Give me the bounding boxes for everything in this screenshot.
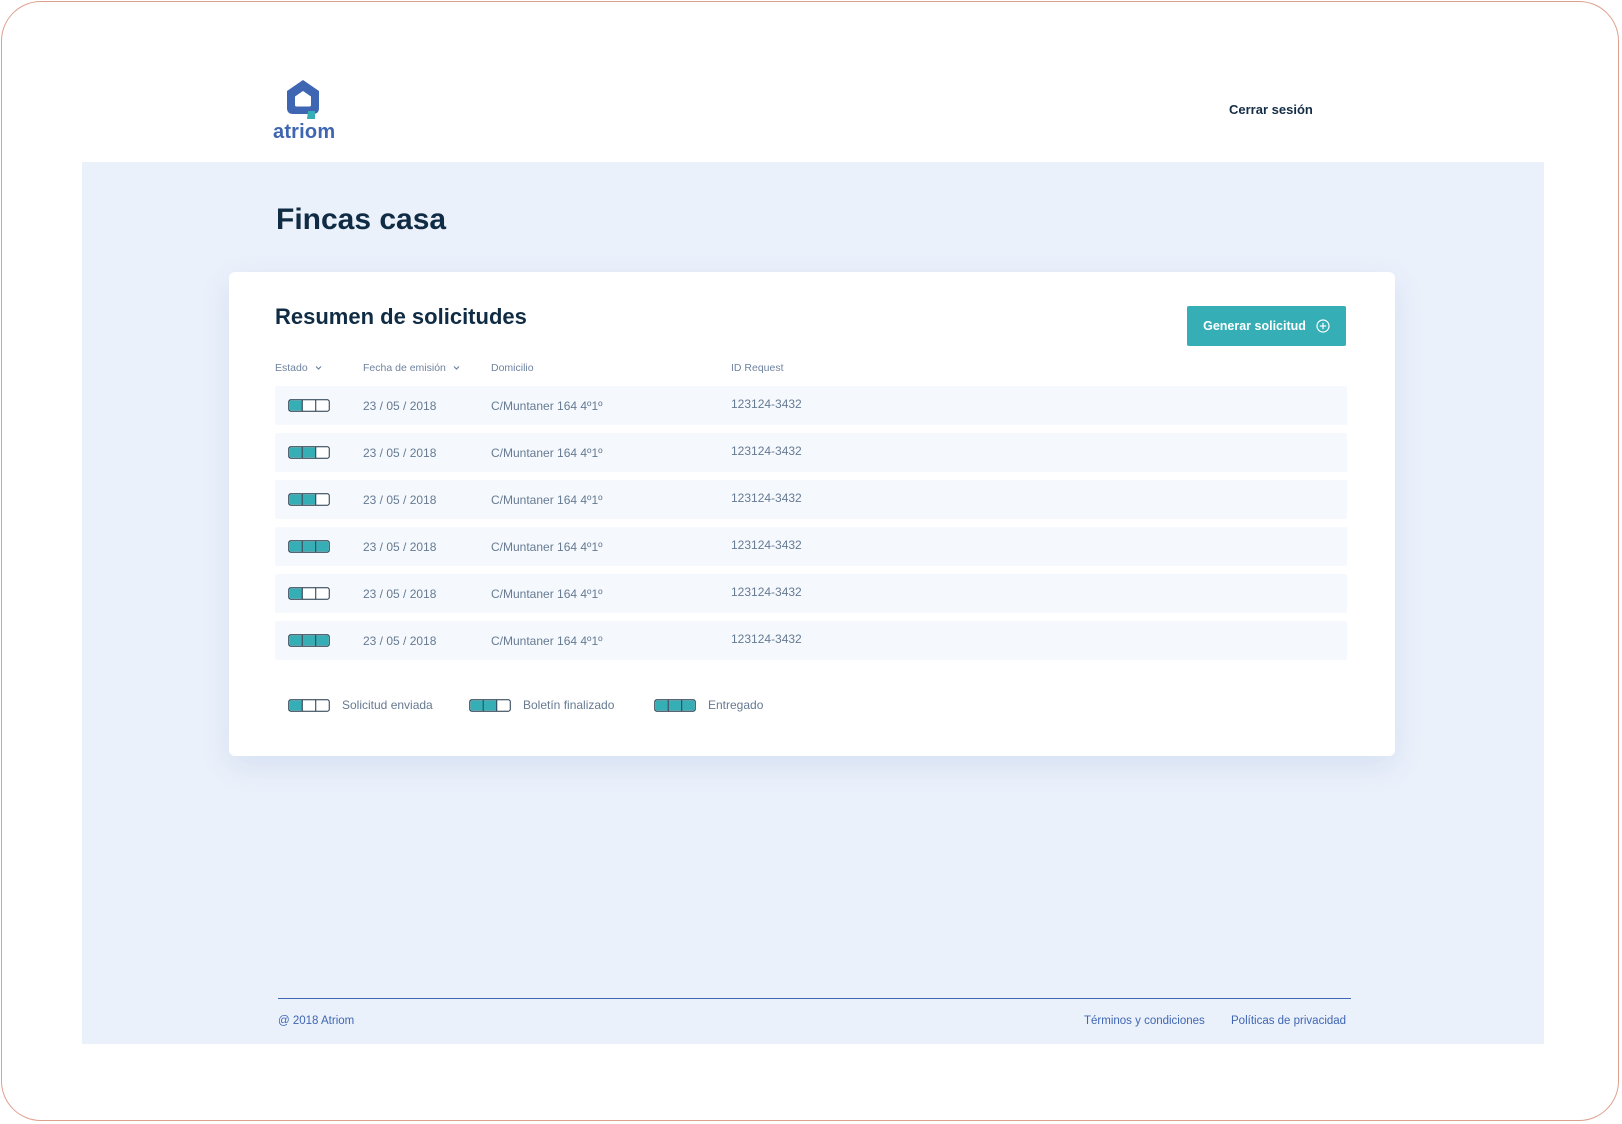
status-segment-filled	[316, 541, 329, 552]
footer-divider	[278, 998, 1351, 999]
column-header-label: Fecha de emisión	[363, 362, 446, 374]
status-progress-icon	[288, 634, 330, 647]
status-segment-filled	[483, 700, 497, 710]
card-title: Resumen de solicitudes	[275, 304, 527, 329]
table-row[interactable]: 23 / 05 / 2018 C/Muntaner 164 4º1º 123124-…	[275, 527, 1347, 566]
status-progress-icon	[288, 540, 330, 553]
status-segment-filled	[302, 494, 316, 505]
address-cell: C/Muntaner 164 4º1º	[491, 634, 603, 648]
status-progress-icon	[288, 698, 330, 712]
date-cell: 23 / 05 / 2018	[363, 446, 437, 460]
column-header: ID Request	[731, 362, 784, 374]
status-segment-filled	[289, 400, 303, 411]
address-cell: C/Muntaner 164 4º1º	[491, 587, 603, 601]
status-cell	[288, 634, 330, 650]
address-cell: C/Muntaner 164 4º1º	[491, 446, 603, 460]
legend-label: Boletín finalizado	[523, 698, 615, 712]
id-cell: 123124-3432	[731, 585, 802, 599]
page-title: Fincas casa	[276, 203, 447, 236]
status-segment-filled	[655, 700, 669, 710]
status-segment-filled	[302, 635, 316, 646]
date-cell: 23 / 05 / 2018	[363, 540, 437, 554]
id-cell: 123124-3432	[731, 491, 802, 505]
date-cell: 23 / 05 / 2018	[363, 587, 437, 601]
status-cell	[288, 587, 330, 603]
address-cell: C/Muntaner 164 4º1º	[491, 493, 603, 507]
status-segment-filled	[289, 635, 303, 646]
status-segment-filled	[470, 700, 484, 710]
logout-link[interactable]: Cerrar sesión	[1229, 102, 1313, 117]
status-cell	[288, 399, 330, 415]
date-cell: 23 / 05 / 2018	[363, 634, 437, 648]
logo-wordmark: atriom	[273, 121, 336, 143]
date-cell: 23 / 05 / 2018	[363, 399, 437, 413]
legend-label: Entregado	[708, 698, 764, 712]
chevron-down-icon	[315, 366, 322, 370]
status-cell	[288, 446, 330, 462]
table-row[interactable]: 23 / 05 / 2018 C/Muntaner 164 4º1º 123124-…	[275, 621, 1347, 660]
legend-item: Boletín finalizado	[469, 698, 614, 712]
footer-copyright: @ 2018 Atriom	[278, 1015, 355, 1027]
date-cell: 23 / 05 / 2018	[363, 493, 437, 507]
chevron-down-icon	[453, 366, 460, 370]
terms-link[interactable]: Términos y condiciones	[1084, 1015, 1205, 1027]
legend-label: Solicitud enviada	[342, 698, 433, 712]
column-header: Domicilio	[491, 362, 534, 374]
legend-item: Solicitud enviada	[288, 698, 433, 712]
table-row[interactable]: 23 / 05 / 2018 C/Muntaner 164 4º1º 123124-…	[275, 480, 1347, 519]
column-header[interactable]: Estado	[275, 362, 323, 374]
table-row[interactable]: 23 / 05 / 2018 C/Muntaner 164 4º1º 123124-…	[275, 386, 1347, 425]
table-header: Estado Fecha de emisión Domicilio ID Reques…	[275, 362, 1347, 378]
status-segment-filled	[682, 700, 695, 710]
status-legend: Solicitud enviada Boletín finalizado Entre…	[275, 698, 1347, 714]
status-segment-filled	[289, 541, 303, 552]
id-cell: 123124-3432	[731, 632, 802, 646]
id-cell: 123124-3432	[731, 397, 802, 411]
status-segment-filled	[289, 447, 303, 458]
plus-circle-icon	[1316, 319, 1330, 333]
status-segment-filled	[289, 700, 303, 710]
status-cell	[288, 540, 330, 556]
house-logo-icon	[287, 80, 319, 119]
atriom-logo[interactable]: atriom	[273, 78, 339, 143]
generate-request-button[interactable]: Generar solicitud	[1187, 306, 1346, 346]
id-cell: 123124-3432	[731, 538, 802, 552]
address-cell: C/Muntaner 164 4º1º	[491, 540, 603, 554]
table-row[interactable]: 23 / 05 / 2018 C/Muntaner 164 4º1º 123124-…	[275, 433, 1347, 472]
column-header[interactable]: Fecha de emisión	[363, 362, 461, 374]
status-progress-icon	[288, 399, 330, 412]
top-bar: atriom Cerrar sesión	[0, 0, 1622, 162]
column-header-label: ID Request	[731, 362, 784, 374]
generate-request-label: Generar solicitud	[1203, 319, 1306, 333]
privacy-link[interactable]: Políticas de privacidad	[1231, 1015, 1346, 1027]
status-segment-filled	[302, 447, 316, 458]
legend-item: Entregado	[654, 698, 763, 712]
status-segment-filled	[289, 588, 303, 599]
status-progress-icon	[288, 493, 330, 506]
status-progress-icon	[288, 446, 330, 459]
status-segment-filled	[668, 700, 682, 710]
status-cell	[288, 493, 330, 509]
requests-summary-card: Resumen de solicitudes Generar solicitud…	[229, 272, 1395, 756]
status-progress-icon	[288, 587, 330, 600]
column-header-label: Estado	[275, 362, 308, 374]
column-header-label: Domicilio	[491, 362, 534, 374]
status-progress-icon	[469, 698, 511, 712]
address-cell: C/Muntaner 164 4º1º	[491, 399, 603, 413]
table-row[interactable]: 23 / 05 / 2018 C/Muntaner 164 4º1º 123124-…	[275, 574, 1347, 613]
id-cell: 123124-3432	[731, 444, 802, 458]
status-segment-filled	[316, 635, 329, 646]
status-progress-icon	[654, 698, 696, 712]
status-segment-filled	[302, 541, 316, 552]
status-segment-filled	[289, 494, 303, 505]
